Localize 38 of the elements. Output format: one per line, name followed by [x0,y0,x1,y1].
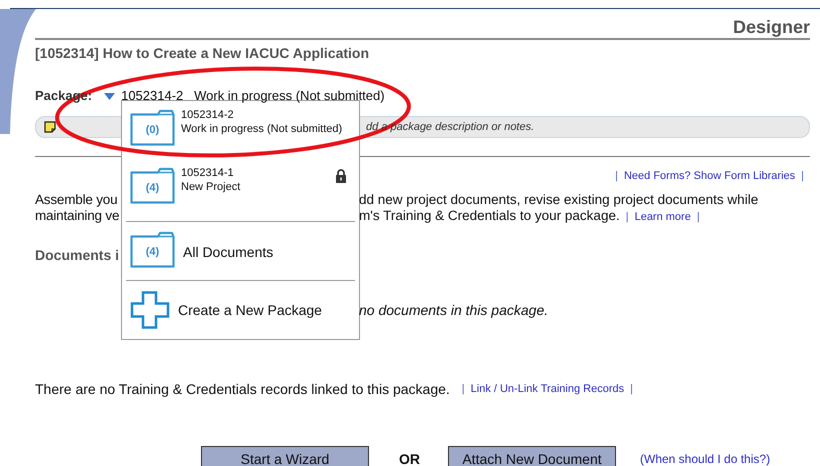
intro-text: maintaining ve [35,208,120,224]
all-documents-option[interactable]: (4) All Documents [122,222,359,280]
page-title: Designer [732,18,810,36]
or-label: OR [399,450,420,466]
package-id: 1052314-1 [181,166,235,180]
plus-icon [130,291,170,329]
empty-message: no documents in this package. [359,302,548,318]
attach-button[interactable]: Attach New Document [448,446,616,466]
training-records-link[interactable]: Link / Un-Link Training Records [470,381,624,397]
create-package-option[interactable]: Create a New Package [122,281,359,339]
link-separator: | [615,169,618,183]
link-separator: | [801,169,804,183]
link-separator: | [626,210,629,225]
link-separator: | [696,210,700,225]
document-count: (4) [144,182,160,194]
document-count: (0) [144,124,160,136]
folder-icon [130,108,175,146]
link-separator: | [630,382,633,397]
wizard-button[interactable]: Start a Wizard [201,446,369,466]
intro-text: Assemble you [35,192,118,208]
package-dropdown[interactable]: 1052314-2 Work in progress (Not submitted) [121,88,385,104]
intro-text: dd new project documents, revise existing project documents while [359,192,758,208]
folder-icon [130,166,175,204]
package-status: New Project [181,180,240,194]
help-link[interactable]: (When should I do this?) [640,450,770,466]
folder-icon [130,230,175,268]
document-count: (4) [144,246,160,258]
training-message: There are no Training & Credentials records linked to this package. [35,381,450,397]
form-libraries-link[interactable]: Need Forms? Show Form Libraries [624,169,796,183]
note-icon[interactable] [44,121,56,133]
dropdown-arrow-icon[interactable] [104,92,116,100]
project-title: [1052314] How to Create a New IACUC Application [35,45,370,61]
link-separator: | [462,382,465,397]
learn-more-link[interactable]: Learn more [634,209,691,225]
package-option[interactable]: (4) 1052314-1 New Project [122,163,359,221]
package-status: Work in progress (Not submitted) [181,122,342,136]
section-heading: Documents i [35,247,120,263]
intro-text: m's Training & Credentials to your package. [359,208,620,224]
